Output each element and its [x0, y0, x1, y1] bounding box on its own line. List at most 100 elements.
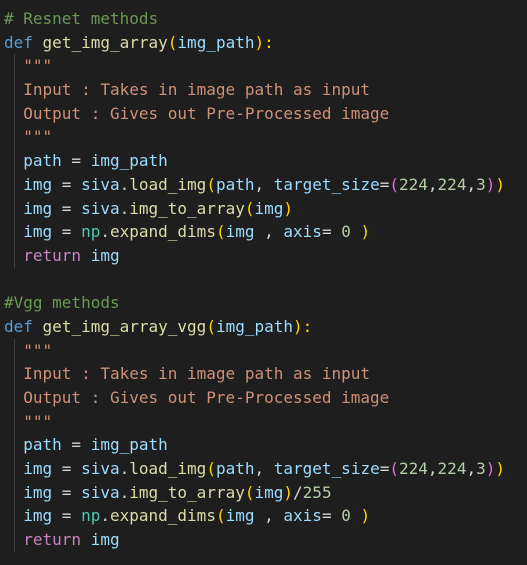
code-token: siva: [81, 459, 120, 479]
code-token: return: [23, 245, 82, 265]
code-token: siva: [81, 198, 120, 218]
code-token: img_to_array: [129, 482, 245, 502]
code-line[interactable]: """: [0, 338, 527, 363]
code-line[interactable]: img = np.expand_dims(img , axis= 0 ): [0, 504, 527, 529]
code-token: (: [206, 174, 216, 194]
indent-guide: [14, 172, 15, 197]
code-token: img_to_array: [129, 198, 245, 218]
indent-guide: [14, 149, 15, 173]
code-line[interactable]: #Vgg methods: [0, 291, 527, 315]
code-line[interactable]: Output : Gives out Pre-Processed image: [0, 386, 527, 410]
indent-guide: [14, 362, 15, 386]
code-token: ): [495, 174, 506, 194]
code-token: siva: [81, 482, 120, 502]
code-line[interactable]: def get_img_array_vgg(img_path):: [0, 315, 527, 339]
indent-guide: [14, 386, 15, 410]
code-token: img: [23, 482, 53, 502]
code-token: 0: [341, 506, 351, 526]
code-token: (: [215, 222, 226, 242]
code-token: =: [379, 459, 390, 479]
code-line[interactable]: img = siva.img_to_array(img)/255: [0, 480, 527, 505]
code-line[interactable]: path = img_path: [0, 433, 527, 458]
indent-guide: [14, 433, 15, 458]
code-token: """: [4, 411, 53, 431]
code-token: .: [100, 222, 110, 242]
code-line[interactable]: def get_img_array(img_path):: [0, 31, 527, 55]
code-token: =: [61, 435, 91, 455]
indent-guide: [14, 78, 15, 102]
code-token: ): [283, 198, 294, 218]
code-token: img: [23, 198, 53, 218]
code-line[interactable]: img = siva.load_img(path, target_size=(2…: [0, 172, 527, 197]
code-token: 0: [341, 222, 351, 242]
code-token: target_size: [273, 459, 380, 479]
indent-guide: [14, 409, 15, 434]
code-token: img: [254, 482, 284, 502]
code-token: expand_dims: [109, 506, 216, 526]
code-line[interactable]: path = img_path: [0, 149, 527, 173]
code-line[interactable]: return img: [0, 243, 527, 268]
code-token: =: [321, 222, 342, 242]
code-token: siva: [81, 174, 120, 194]
code-line[interactable]: img = np.expand_dims(img , axis= 0 ): [0, 220, 527, 244]
code-token: ,: [254, 222, 284, 242]
code-token: .: [119, 459, 130, 479]
code-token: img: [90, 530, 120, 550]
code-token: ): [495, 459, 506, 479]
code-token: ,: [254, 174, 274, 194]
indent-guide: [14, 243, 15, 268]
code-token: """: [4, 127, 53, 147]
code-token: =: [52, 198, 82, 218]
indent-guide: [14, 480, 15, 505]
code-token: np: [81, 222, 101, 242]
code-editor[interactable]: # Resnet methods def get_img_array(img_pa…: [0, 7, 527, 552]
code-token: """: [4, 56, 53, 76]
code-token: =: [61, 151, 91, 171]
code-token: img: [90, 245, 120, 265]
code-line[interactable]: img = siva.load_img(path, target_size=(2…: [0, 457, 527, 481]
code-line[interactable]: return img: [0, 528, 527, 552]
indent-guide: [14, 528, 15, 552]
code-token: expand_dims: [109, 222, 216, 242]
indent-guide: [14, 457, 15, 481]
code-line[interactable]: Input : Takes in image path as input: [0, 78, 527, 102]
code-token: 224: [437, 174, 467, 194]
code-line[interactable]: img = siva.img_to_array(img): [0, 196, 527, 221]
code-token: =: [52, 506, 82, 526]
code-token: img: [254, 198, 284, 218]
code-token: ): [485, 174, 496, 194]
code-token: (: [206, 459, 216, 479]
code-token: 255: [302, 482, 332, 502]
code-line[interactable]: """: [0, 54, 527, 79]
code-token: Input : Takes in image path as input: [4, 80, 371, 100]
code-token: (: [215, 506, 226, 526]
code-line[interactable]: # Resnet methods: [0, 7, 527, 31]
code-token: def: [4, 316, 33, 336]
code-token: (: [167, 32, 178, 52]
code-token: =: [52, 482, 82, 502]
code-token: img_path: [177, 32, 255, 52]
code-token: ): [360, 506, 371, 526]
code-token: ): [283, 482, 294, 502]
code-token: path: [23, 435, 62, 455]
code-token: ,: [427, 459, 438, 479]
code-token: get_img_array: [42, 32, 168, 52]
code-token: path: [23, 151, 62, 171]
code-token: def: [4, 32, 33, 52]
code-line[interactable]: Input : Takes in image path as input: [0, 362, 527, 386]
indent-guide: [14, 54, 15, 79]
code-line[interactable]: [0, 268, 527, 292]
code-token: ,: [427, 174, 438, 194]
code-line[interactable]: """: [0, 125, 527, 150]
code-token: =: [52, 174, 82, 194]
code-token: =: [321, 506, 342, 526]
code-token: (: [389, 174, 399, 194]
code-token: .: [100, 506, 110, 526]
code-token: target_size: [273, 174, 380, 194]
code-token: return: [23, 530, 82, 550]
code-token: ,: [254, 506, 284, 526]
code-line[interactable]: """: [0, 409, 527, 434]
code-line[interactable]: Output : Gives out Pre-Processed image: [0, 101, 527, 126]
code-token: =: [379, 174, 390, 194]
